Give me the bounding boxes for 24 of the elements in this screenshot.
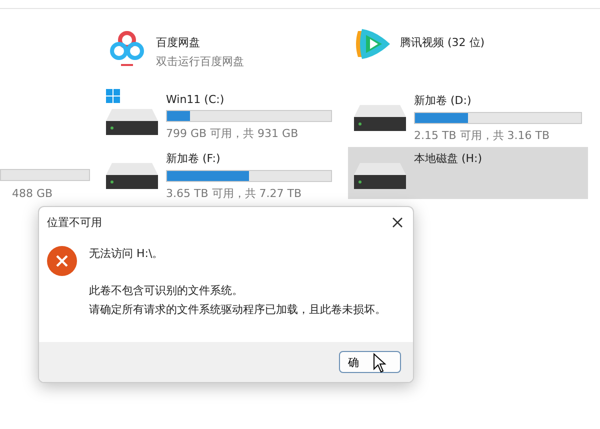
drive-space: 799 GB 可用，共 931 GB [166, 126, 300, 141]
error-message: 请确定所有请求的文件系统驱动程序已加载，且此卷未损坏。 [89, 302, 386, 317]
drive-space: 488 GB [11, 187, 54, 200]
drive-tile-selected[interactable]: 本地磁盘 (H:) [348, 147, 588, 199]
drive-tile[interactable]: 新加卷 (F:) 3.65 TB 可用，共 7.27 TB [100, 147, 338, 199]
error-message: 此卷不包含可识别的文件系统。 [89, 283, 244, 298]
drive-tile[interactable]: Win11 (C:) 799 GB 可用，共 931 GB [100, 89, 338, 141]
play-logo-icon [354, 27, 392, 61]
drive-space: 3.65 TB 可用，共 7.27 TB [166, 186, 303, 201]
drive-name: 新加卷 (D:) [414, 93, 472, 108]
drive-space: 2.15 TB 可用，共 3.16 TB [414, 128, 551, 143]
app-name: 腾讯视频 (32 位) [400, 35, 486, 50]
cursor-icon [373, 353, 387, 373]
dialog-title: 位置不可用 [47, 215, 102, 230]
drive-name: Win11 (C:) [166, 93, 226, 106]
ok-button[interactable]: 确 [339, 351, 401, 373]
drive-tile[interactable]: 新加卷 (D:) 2.15 TB 可用，共 3.16 TB [348, 89, 588, 141]
app-subtitle: 双击运行百度网盘 [156, 54, 245, 69]
error-icon [47, 246, 77, 276]
drive-name: 新加卷 (F:) [166, 151, 222, 166]
close-icon[interactable] [392, 217, 403, 228]
app-name: 百度网盘 [156, 35, 201, 50]
drive-name: 本地磁盘 (H:) [414, 151, 484, 166]
error-heading: 无法访问 H:\。 [89, 246, 164, 261]
